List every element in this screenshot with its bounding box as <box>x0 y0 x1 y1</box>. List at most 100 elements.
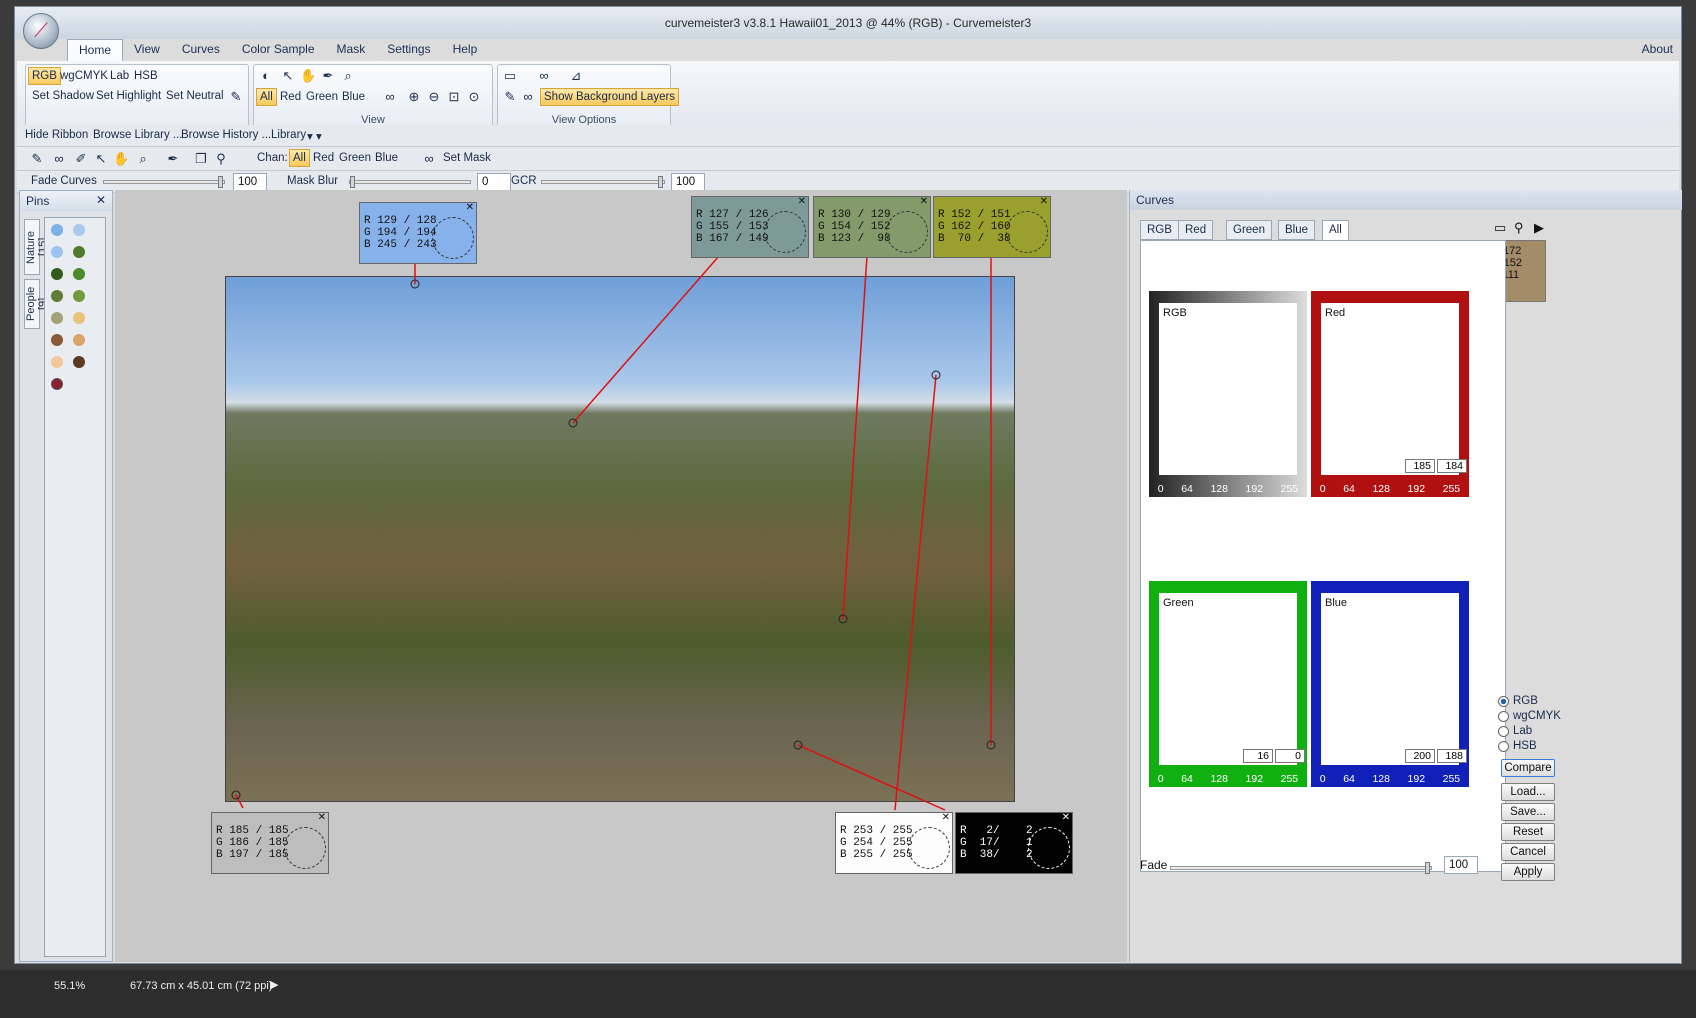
pin-tan-icon[interactable] <box>73 334 85 346</box>
mask-icon[interactable]: ∞ <box>51 151 67 167</box>
close-icon[interactable]: ✕ <box>942 812 950 824</box>
close-icon[interactable]: ✕ <box>96 193 106 207</box>
channel-green-button[interactable]: Green <box>302 88 342 106</box>
curves-tab-all[interactable]: All <box>1322 220 1349 240</box>
zoom-out-icon[interactable]: ⊖ <box>426 89 442 105</box>
tab-people[interactable]: People [9] <box>24 279 49 329</box>
tab-view[interactable]: View <box>123 39 171 61</box>
pen-icon[interactable]: ✎ <box>29 151 45 167</box>
show-background-layers-button[interactable]: Show Background Layers <box>540 88 680 106</box>
pin-light-blue-icon[interactable] <box>73 224 85 236</box>
mask-icon[interactable]: ∞ <box>382 89 398 105</box>
browse-history-button[interactable]: Browse History ... <box>181 129 271 141</box>
pin-dark-green-icon[interactable] <box>51 268 63 280</box>
close-icon[interactable]: ✕ <box>466 202 474 214</box>
pin-green-icon[interactable] <box>73 268 85 280</box>
tab-nature[interactable]: Nature [15] <box>24 219 49 275</box>
zoom-fit-icon[interactable]: ⊡ <box>446 89 462 105</box>
output-value[interactable]: 0 <box>1275 749 1305 763</box>
pin-dark-brown-icon[interactable] <box>73 356 85 368</box>
chan-green-button[interactable]: Green <box>339 152 371 164</box>
link-icon[interactable]: ⚲ <box>213 151 229 167</box>
curve-graph-red[interactable]: Red 185 184 0 64 128 192 255 <box>1311 291 1469 497</box>
slider-thumb[interactable] <box>1425 862 1430 874</box>
radio-dot[interactable] <box>1498 725 1509 737</box>
pin-khaki-icon[interactable] <box>51 312 63 324</box>
channel-all-button[interactable]: All <box>256 88 277 106</box>
color-sampler-7[interactable]: ✕ R 2/ 2G 17/ 1B 38/ 2 <box>955 812 1073 874</box>
about-link[interactable]: About <box>1642 42 1673 56</box>
curve-graph-rgb[interactable]: RGB 0 64 128 192 255 <box>1149 291 1307 497</box>
tab-home[interactable]: Home <box>67 39 124 61</box>
hand-icon[interactable]: ✋ <box>113 151 129 167</box>
zoom-in-icon[interactable]: ⊕ <box>406 89 422 105</box>
hand-icon[interactable]: ✋ <box>300 68 316 84</box>
radio-dot[interactable] <box>1498 710 1509 722</box>
curve-plot[interactable]: Red <box>1321 303 1459 475</box>
curves-tab-blue[interactable]: Blue <box>1278 220 1316 240</box>
close-icon[interactable]: ✕ <box>920 196 928 208</box>
input-value[interactable]: 200 <box>1405 749 1435 763</box>
pin-green-icon[interactable] <box>73 246 85 258</box>
mode-lab-radio[interactable]: Lab <box>1498 725 1532 737</box>
curves-tab-rgb[interactable]: RGB <box>1140 220 1179 240</box>
eyedropper-icon[interactable]: ✒ <box>320 68 336 84</box>
tab-curves[interactable]: Curves <box>171 39 231 61</box>
pin-red-icon[interactable] <box>51 378 63 390</box>
folder-icon[interactable]: ▭ <box>1494 220 1506 236</box>
pin-olive-icon[interactable] <box>51 290 63 302</box>
cancel-button[interactable]: Cancel <box>1501 843 1555 861</box>
mask-blur-value[interactable]: 0 <box>477 173 511 191</box>
output-value[interactable]: 184 <box>1437 459 1467 473</box>
set-neutral-button[interactable]: Set Neutral <box>162 87 228 105</box>
hide-ribbon-button[interactable]: Hide Ribbon <box>25 129 88 141</box>
color-sampler-4[interactable]: ✕ R 152 / 151 G 162 / 160 B 70 / 38 <box>933 196 1051 258</box>
wgcmyk-button[interactable]: wgCMYK <box>56 67 112 85</box>
curve-plot[interactable]: RGB <box>1159 303 1297 475</box>
mask-blur-slider[interactable] <box>349 176 471 188</box>
mode-wgcmyk-radio[interactable]: wgCMYK <box>1498 710 1561 722</box>
zoom-level[interactable]: 55.1% <box>54 980 85 992</box>
curve-plot[interactable]: Blue <box>1321 593 1459 765</box>
color-sampler-3[interactable]: ✕ R 130 / 129 G 154 / 152 B 123 / 98 <box>813 196 931 258</box>
load-button[interactable]: Load... <box>1501 783 1555 801</box>
output-value[interactable]: 188 <box>1437 749 1467 763</box>
fade-curves-slider[interactable] <box>103 176 225 188</box>
browse-library-button[interactable]: Browse Library ... <box>93 129 182 141</box>
radio-dot[interactable] <box>1498 695 1509 707</box>
tab-color-sample[interactable]: Color Sample <box>231 39 326 61</box>
pointer-icon[interactable]: ↖ <box>280 68 296 84</box>
pin-green-icon[interactable] <box>73 290 85 302</box>
slider-thumb[interactable] <box>218 176 223 188</box>
zoom-icon[interactable]: ⌕ <box>135 151 151 167</box>
channel-red-button[interactable]: Red <box>276 88 305 106</box>
chan-blue-button[interactable]: Blue <box>375 152 398 164</box>
copy-icon[interactable]: ❐ <box>193 151 209 167</box>
set-highlight-button[interactable]: Set Highlight <box>92 87 165 105</box>
pin-brown-icon[interactable] <box>51 334 63 346</box>
fade-curves-value[interactable]: 100 <box>233 173 267 191</box>
input-value[interactable]: 16 <box>1243 749 1273 763</box>
slider-thumb[interactable] <box>350 176 355 188</box>
reset-button[interactable]: Reset <box>1501 823 1555 841</box>
slider-thumb[interactable] <box>658 176 663 188</box>
pin-sky-icon[interactable] <box>51 246 63 258</box>
tab-help[interactable]: Help <box>442 39 489 61</box>
zoom-actual-icon[interactable]: ⊙ <box>466 89 482 105</box>
apply-button[interactable]: Apply <box>1501 863 1555 881</box>
play-icon[interactable]: ▶ <box>270 978 278 991</box>
mode-rgb-radio[interactable]: RGB <box>1498 695 1538 707</box>
zoom-icon[interactable]: ⌕ <box>340 68 356 84</box>
mask-view-icon[interactable]: ∞ <box>536 68 552 84</box>
pen-tool-icon[interactable]: ✐ <box>73 151 89 167</box>
layer-icon[interactable]: ▭ <box>502 68 518 84</box>
curves-tab-red[interactable]: Red <box>1178 220 1214 240</box>
play-icon[interactable]: ▶ <box>1534 220 1544 236</box>
chan-red-button[interactable]: Red <box>313 152 334 164</box>
chevron-down-icon[interactable]: ▾ ▾ <box>307 129 322 143</box>
tab-settings[interactable]: Settings <box>376 39 441 61</box>
close-icon[interactable]: ✕ <box>318 812 326 824</box>
set-shadow-button[interactable]: Set Shadow <box>28 87 98 105</box>
chart-icon[interactable]: ⊿ <box>568 68 584 84</box>
pen-icon[interactable]: ✎ <box>228 89 244 105</box>
